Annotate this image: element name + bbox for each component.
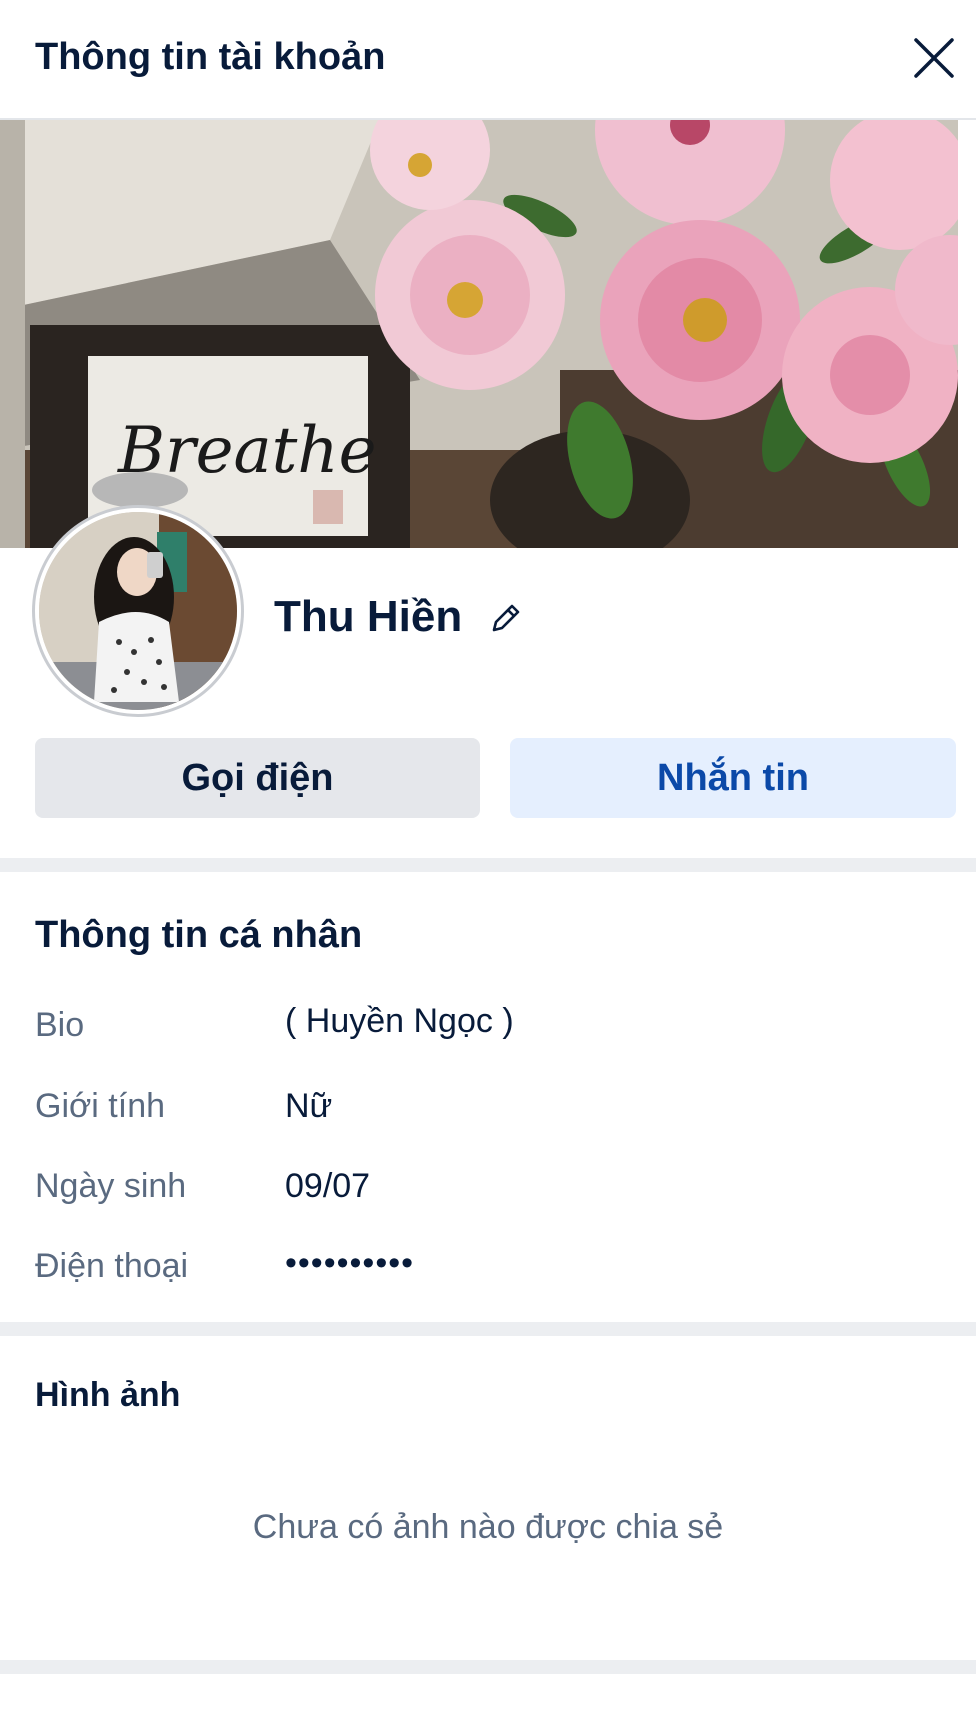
- photos-title: Hình ảnh: [35, 1376, 181, 1414]
- panel-title: Thông tin tài khoản: [35, 36, 386, 78]
- phone-value: ••••••••••: [285, 1244, 415, 1282]
- section-divider: [0, 858, 976, 872]
- bio-label: Bio: [35, 1006, 85, 1044]
- birthday-value: 09/07: [285, 1167, 371, 1205]
- profile-name: Thu Hiền: [274, 592, 463, 641]
- gender-label: Giới tính: [35, 1087, 166, 1125]
- section-divider: [0, 1322, 976, 1336]
- birthday-label: Ngày sinh: [35, 1167, 187, 1205]
- avatar[interactable]: [35, 508, 241, 714]
- edit-name-button[interactable]: [488, 600, 524, 636]
- account-info-panel: Thông tin tài khoản Breathe Thu Hiền Gọi…: [0, 0, 976, 1730]
- personal-info-title: Thông tin cá nhân: [35, 914, 363, 956]
- cover-photo[interactable]: Breathe: [0, 120, 976, 548]
- bio-value: ( Huyền Ngọc ): [285, 1002, 514, 1040]
- close-button[interactable]: [912, 36, 956, 80]
- call-button[interactable]: Gọi điện: [35, 738, 480, 818]
- message-button[interactable]: Nhắn tin: [510, 738, 956, 818]
- panel-header: Thông tin tài khoản: [0, 0, 976, 120]
- no-photos-message: Chưa có ảnh nào được chia sẻ: [252, 1508, 724, 1546]
- section-divider: [0, 1660, 976, 1674]
- pencil-icon: [492, 604, 520, 632]
- gender-value: Nữ: [285, 1087, 333, 1125]
- phone-label: Điện thoại: [35, 1247, 189, 1285]
- close-icon: [914, 38, 954, 78]
